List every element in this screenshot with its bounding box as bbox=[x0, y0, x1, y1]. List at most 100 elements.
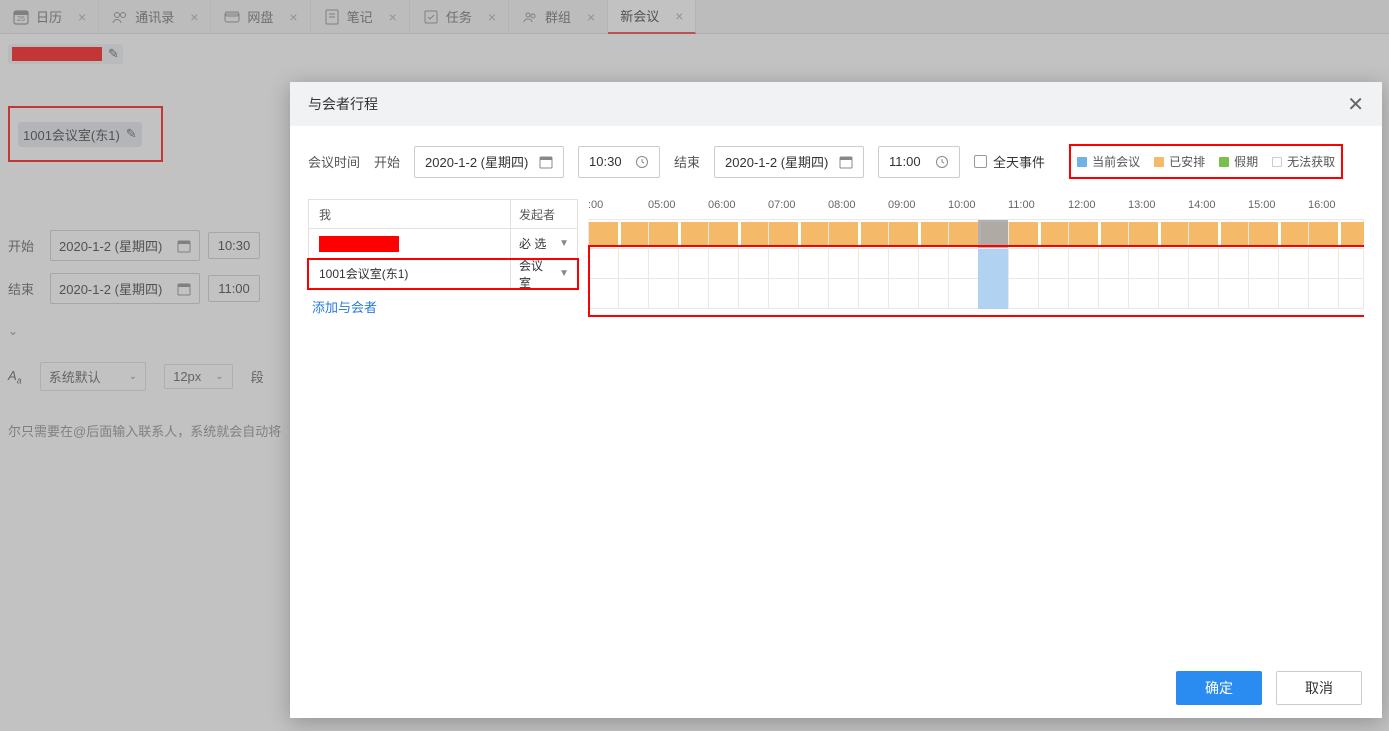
grid-cell bbox=[888, 249, 918, 278]
grid-cell bbox=[1008, 249, 1038, 278]
allday-checkbox[interactable]: 全天事件 bbox=[974, 152, 1045, 171]
grid-cell bbox=[1038, 222, 1068, 246]
current-meeting-slot bbox=[978, 249, 1008, 309]
grid-cell bbox=[1188, 279, 1218, 308]
grid-cell bbox=[648, 249, 678, 278]
grid-cell bbox=[888, 279, 918, 308]
calendar-icon bbox=[539, 155, 553, 169]
modal-start-date[interactable]: 2020-1-2 (星期四) bbox=[414, 146, 564, 178]
attendee-row-room[interactable]: 1001会议室(东1) 会议室 ▼ bbox=[308, 259, 578, 289]
grid-cell bbox=[738, 249, 768, 278]
grid-cell bbox=[1248, 249, 1278, 278]
meeting-time-row: 会议时间 开始 2020-1-2 (星期四) 10:30 结束 2020-1-2… bbox=[308, 144, 1364, 179]
checkbox-icon bbox=[974, 155, 987, 168]
modal-end-date[interactable]: 2020-1-2 (星期四) bbox=[714, 146, 864, 178]
grid-cell bbox=[1068, 222, 1098, 246]
grid-cell bbox=[1248, 222, 1278, 246]
time-label: 06:00 bbox=[708, 199, 768, 219]
grid-cell bbox=[948, 279, 978, 308]
grid-cell bbox=[588, 279, 618, 308]
grid-cell bbox=[678, 249, 708, 278]
time-label: 07:00 bbox=[768, 199, 828, 219]
attendee-header: 我 发起者 bbox=[308, 199, 578, 229]
cancel-button[interactable]: 取消 bbox=[1276, 671, 1362, 705]
legend-unavail: 无法获取 bbox=[1272, 153, 1335, 170]
current-meeting-slot bbox=[978, 220, 1008, 248]
grid-cell bbox=[1128, 249, 1158, 278]
grid-cell bbox=[918, 279, 948, 308]
legend-holiday: 假期 bbox=[1219, 153, 1258, 170]
grid-cell bbox=[1098, 222, 1128, 246]
grid-cell bbox=[1158, 279, 1188, 308]
grid-cell bbox=[588, 222, 618, 246]
grid-cell bbox=[618, 249, 648, 278]
grid-cell bbox=[918, 249, 948, 278]
grid-cell bbox=[1038, 279, 1068, 308]
grid-cell bbox=[708, 249, 738, 278]
attendee-table: 我 发起者 必 选 ▼ 1001会议室(东1) 会议室 ▼ bbox=[308, 199, 578, 324]
schedule-row-room bbox=[588, 279, 1364, 309]
col-me: 我 bbox=[309, 200, 511, 228]
grid-cell bbox=[828, 222, 858, 246]
grid-cell bbox=[1128, 279, 1158, 308]
time-label: 16:00 bbox=[1308, 199, 1364, 219]
grid-cell bbox=[1218, 279, 1248, 308]
grid-cell bbox=[798, 222, 828, 246]
attendee-row-organizer[interactable]: 必 选 ▼ bbox=[308, 229, 578, 259]
legend-scheduled: 已安排 bbox=[1154, 153, 1205, 170]
time-label: 12:00 bbox=[1068, 199, 1128, 219]
swatch-icon bbox=[1272, 157, 1282, 167]
legend-current: 当前会议 bbox=[1077, 153, 1140, 170]
grid-cell bbox=[768, 279, 798, 308]
grid-cell bbox=[1008, 222, 1038, 246]
role-label: 会议室 bbox=[519, 257, 553, 291]
chevron-down-icon[interactable]: ▼ bbox=[559, 238, 569, 249]
grid-cell bbox=[1128, 222, 1158, 246]
grid-cell bbox=[1158, 222, 1188, 246]
grid-cell bbox=[708, 222, 738, 246]
grid-cell bbox=[588, 249, 618, 278]
grid-cell bbox=[1308, 222, 1338, 246]
start-label: 开始 bbox=[374, 152, 400, 171]
time-label: 08:00 bbox=[828, 199, 888, 219]
grid-cell bbox=[1158, 249, 1188, 278]
modal-start-time[interactable]: 10:30 bbox=[578, 146, 660, 178]
grid-cell bbox=[798, 249, 828, 278]
grid-cell bbox=[1338, 249, 1364, 278]
grid-cell bbox=[798, 279, 828, 308]
time-header: :0005:0006:0007:0008:0009:0010:0011:0012… bbox=[588, 199, 1364, 219]
ok-button[interactable]: 确定 bbox=[1176, 671, 1262, 705]
chevron-down-icon[interactable]: ▼ bbox=[559, 268, 569, 279]
time-label: 14:00 bbox=[1188, 199, 1248, 219]
modal-end-time[interactable]: 11:00 bbox=[878, 146, 960, 178]
grid-cell bbox=[1218, 249, 1248, 278]
modal-title: 与会者行程 bbox=[308, 94, 378, 114]
schedule-row-empty bbox=[588, 249, 1364, 279]
grid-cell bbox=[828, 249, 858, 278]
clock-icon bbox=[935, 155, 949, 169]
grid-cell bbox=[678, 279, 708, 308]
grid-cell bbox=[1098, 249, 1128, 278]
grid-cell bbox=[1308, 249, 1338, 278]
clock-icon bbox=[635, 155, 649, 169]
grid-cell bbox=[1068, 279, 1098, 308]
grid-cell bbox=[948, 249, 978, 278]
grid-cell bbox=[618, 222, 648, 246]
schedule-grid[interactable]: :0005:0006:0007:0008:0009:0010:0011:0012… bbox=[588, 199, 1364, 324]
grid-cell bbox=[768, 222, 798, 246]
time-label: 09:00 bbox=[888, 199, 948, 219]
add-attendee-link[interactable]: 添加与会者 bbox=[308, 289, 381, 324]
grid-cell bbox=[1278, 249, 1308, 278]
close-icon[interactable]: ✕ bbox=[1347, 92, 1364, 117]
grid-cell bbox=[1068, 249, 1098, 278]
grid-cell bbox=[1278, 222, 1308, 246]
legend: 当前会议 已安排 假期 无法获取 bbox=[1069, 144, 1343, 179]
modal-footer: 确定 取消 bbox=[290, 658, 1382, 718]
time-label: 13:00 bbox=[1128, 199, 1188, 219]
grid-cell bbox=[648, 222, 678, 246]
grid-cell bbox=[768, 249, 798, 278]
grid-cell bbox=[1308, 279, 1338, 308]
grid-cell bbox=[1188, 249, 1218, 278]
grid-cell bbox=[858, 249, 888, 278]
grid-cell bbox=[1338, 279, 1364, 308]
